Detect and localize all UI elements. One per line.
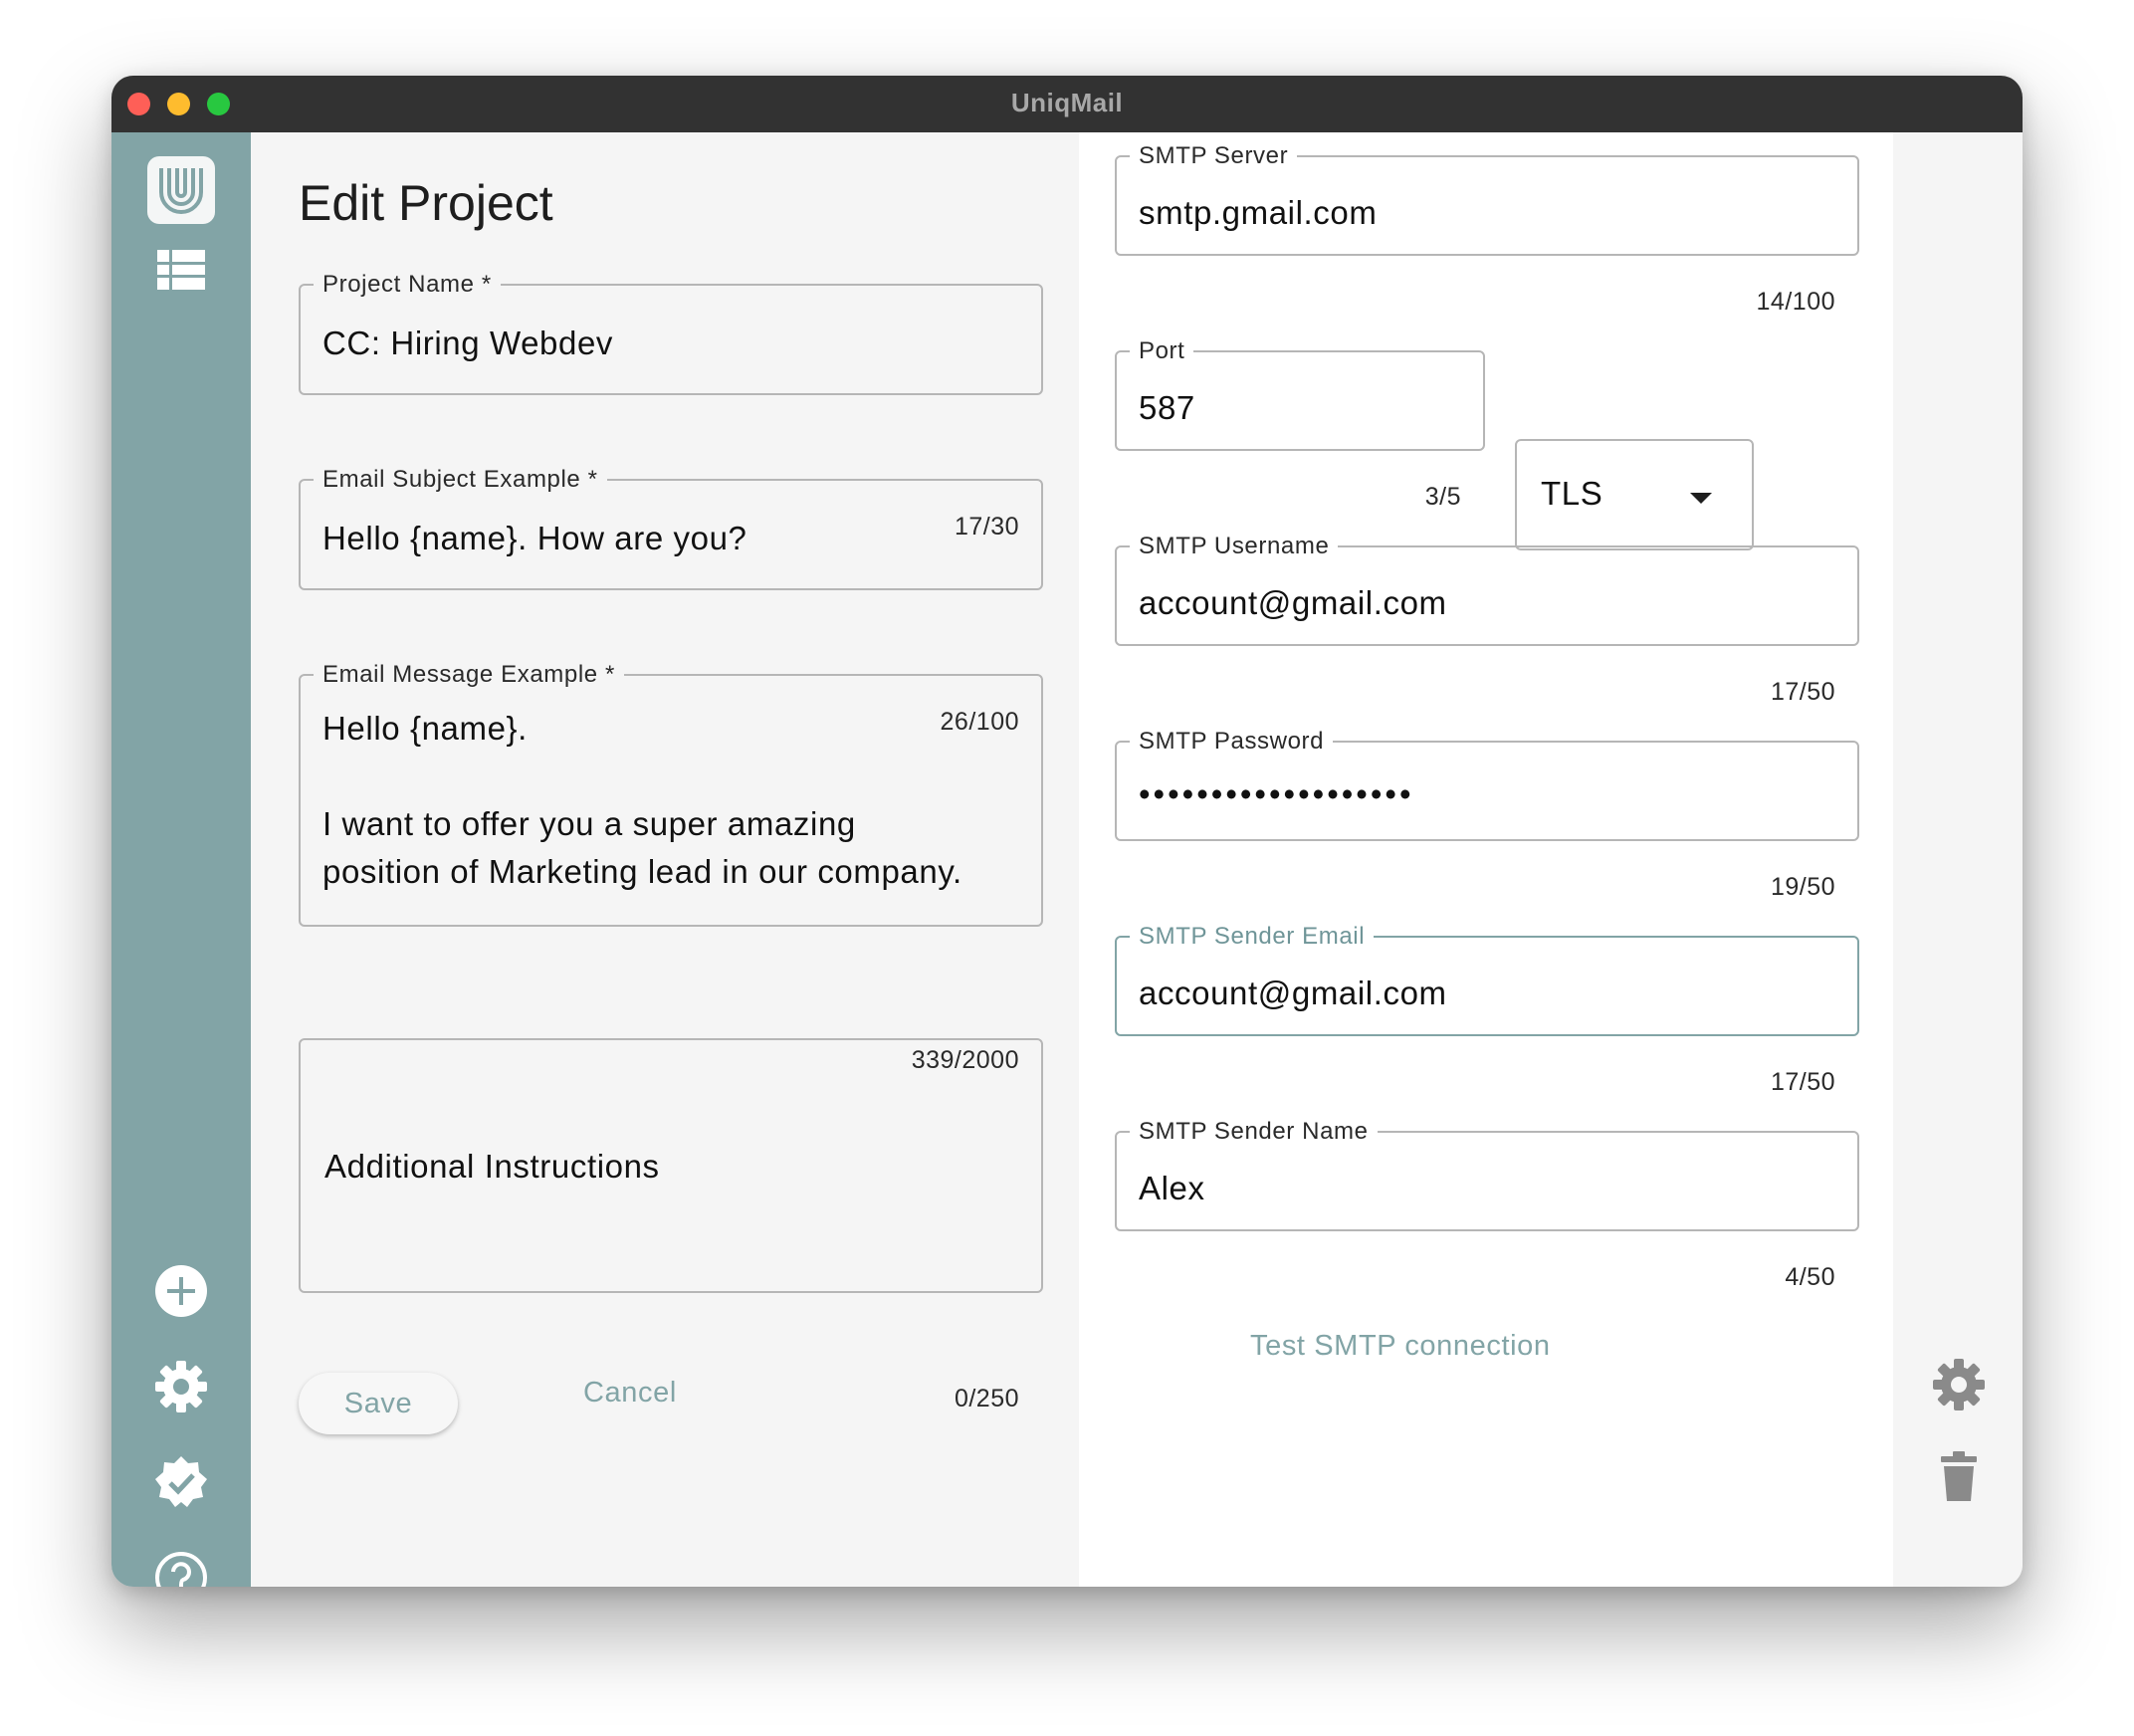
smtp-password-label: SMTP Password [1139,728,1325,755]
project-name-field[interactable]: Project Name * CC: Hiring Webdev [299,271,1043,395]
smtp-password-counter: 19/50 [1770,873,1835,901]
email-message-field[interactable]: Email Message Example * Hello {name}. I … [299,661,1043,927]
logo-icon [159,168,203,214]
app-window: UniqMail Edit Project Project Name * CC:… [111,76,2023,1587]
smtp-server-counter: 14/100 [1756,288,1835,316]
add-project-icon[interactable] [153,1263,209,1319]
project-name-value[interactable]: CC: Hiring Webdev [322,325,1019,362]
port-counter: 3/5 [1424,483,1461,511]
smtp-username-field[interactable]: SMTP Username account@gmail.com [1115,533,1859,646]
chevron-down-icon [1690,493,1712,504]
smtp-sender-email-value[interactable]: account@gmail.com [1139,975,1835,1012]
additional-instructions-placeholder: Additional Instructions [324,1148,660,1185]
smtp-sender-email-counter: 17/50 [1770,1068,1835,1096]
port-field[interactable]: Port 587 [1115,337,1485,451]
smtp-sender-email-field[interactable]: SMTP Sender Email account@gmail.com [1115,923,1859,1036]
project-form-panel: Edit Project Project Name * CC: Hiring W… [251,132,1079,1587]
main-content: Edit Project Project Name * CC: Hiring W… [251,132,2023,1587]
page-title: Edit Project [299,175,553,231]
sidebar [111,132,251,1587]
smtp-username-counter: 17/50 [1770,678,1835,706]
project-settings-icon[interactable] [1931,1357,1987,1412]
project-actions-panel [1893,132,2023,1587]
email-subject-label: Email Subject Example * [322,466,598,493]
cancel-button[interactable]: Cancel [583,1377,677,1410]
smtp-sender-name-value[interactable]: Alex [1139,1170,1835,1207]
smtp-server-label: SMTP Server [1139,142,1289,169]
smtp-sender-name-field[interactable]: SMTP Sender Name Alex [1115,1118,1859,1231]
smtp-sender-email-label: SMTP Sender Email [1139,923,1366,950]
smtp-username-label: SMTP Username [1139,533,1330,559]
help-icon[interactable] [153,1550,209,1587]
project-name-label: Project Name * [322,271,492,298]
test-smtp-connection-button[interactable]: Test SMTP connection [1250,1330,1551,1363]
smtp-password-field[interactable]: SMTP Password ••••••••••••••••••• [1115,728,1859,841]
settings-icon[interactable] [153,1359,209,1414]
security-value: TLS [1541,475,1603,512]
smtp-password-value[interactable]: ••••••••••••••••••• [1139,775,1835,813]
port-value[interactable]: 587 [1139,389,1461,427]
email-subject-field[interactable]: Email Subject Example * Hello {name}. Ho… [299,466,1043,590]
smtp-settings-panel: SMTP Server smtp.gmail.com 14/100 Port 5… [1079,132,1893,1587]
smtp-sender-name-counter: 4/50 [1785,1263,1835,1291]
delete-project-icon[interactable] [1931,1448,1987,1504]
email-message-label: Email Message Example * [322,661,615,688]
smtp-sender-name-label: SMTP Sender Name [1139,1118,1369,1145]
window-title: UniqMail [1010,88,1124,117]
title-bar: UniqMail [111,76,2023,132]
smtp-username-value[interactable]: account@gmail.com [1139,584,1835,622]
additional-instructions-field[interactable]: Additional Instructions [299,1038,1043,1293]
smtp-server-value[interactable]: smtp.gmail.com [1139,194,1835,232]
email-message-line-1: Hello {name}. [322,710,528,747]
projects-list-icon[interactable] [153,242,209,298]
email-message-line-3: position of Marketing lead in our compan… [322,853,962,890]
save-button[interactable]: Save [299,1373,458,1434]
email-subject-value[interactable]: Hello {name}. How are you? [322,520,1019,557]
smtp-server-field[interactable]: SMTP Server smtp.gmail.com [1115,142,1859,256]
verified-icon[interactable] [153,1454,209,1510]
app-logo[interactable] [147,156,215,224]
port-label: Port [1139,337,1185,364]
email-message-line-2: I want to offer you a super amazing [322,805,856,842]
